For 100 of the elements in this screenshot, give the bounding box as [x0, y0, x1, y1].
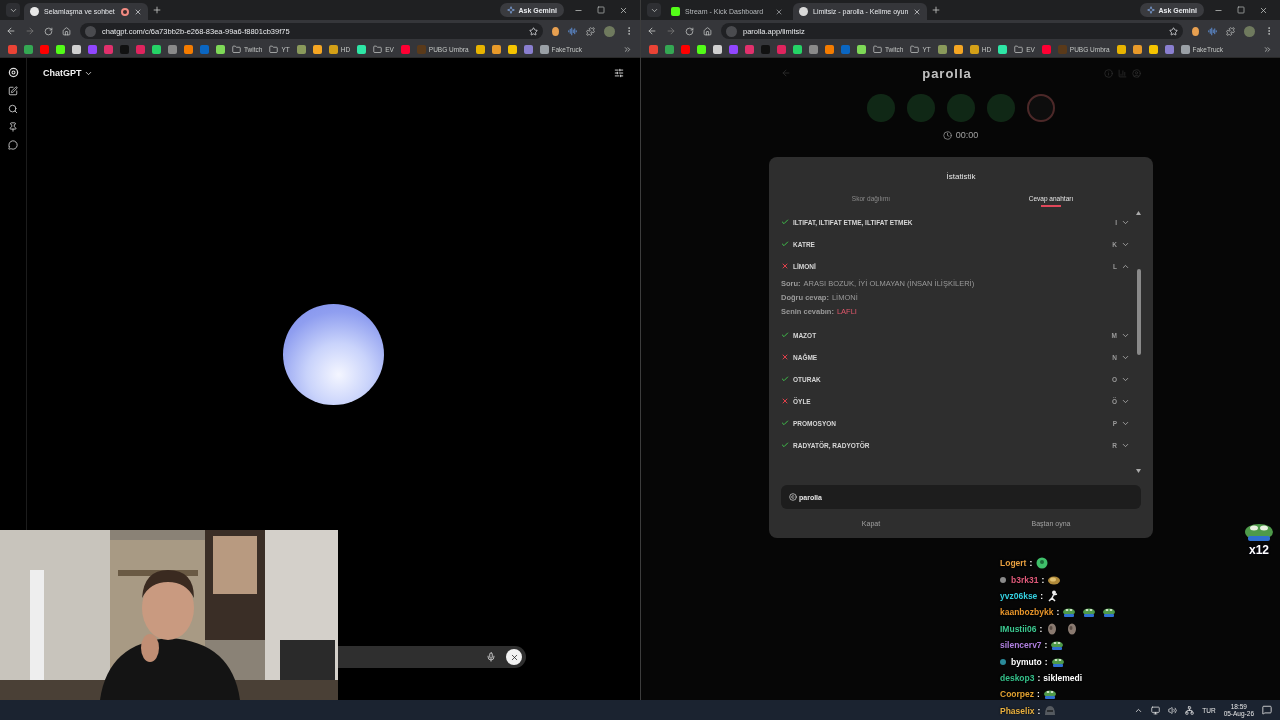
- colon-text: :: [1037, 672, 1041, 683]
- logo-icon[interactable]: [7, 67, 19, 78]
- more-bookmarks-icon[interactable]: [623, 45, 632, 54]
- audio-icon[interactable]: [1208, 26, 1217, 36]
- letter-circle: [866, 94, 895, 122]
- audio-icon[interactable]: [568, 26, 577, 36]
- bookmark[interactable]: [507, 45, 517, 54]
- chat-message: siklemedi: [1043, 672, 1083, 683]
- maximize-icon[interactable]: [1237, 6, 1245, 14]
- close-icon: [509, 652, 519, 662]
- site-info-icon: [726, 25, 737, 37]
- dialog-title: İstatistik: [945, 170, 977, 183]
- site-icon: [671, 7, 680, 16]
- close-icon[interactable]: [913, 7, 922, 16]
- letter-circle: [946, 94, 975, 122]
- forward-icon[interactable]: [666, 26, 676, 36]
- chat-username: Coorpez: [1000, 689, 1034, 700]
- colon-text: :: [1044, 640, 1048, 651]
- close-icon[interactable]: [775, 7, 783, 16]
- new-tab-icon[interactable]: [152, 5, 162, 15]
- bookmark[interactable]: [1148, 45, 1158, 54]
- timer-text: 00:00: [955, 130, 979, 140]
- device-icon[interactable]: [1185, 705, 1195, 715]
- bookmark[interactable]: [1164, 45, 1174, 54]
- colon-text: :: [1044, 656, 1048, 667]
- search-icon[interactable]: [8, 104, 18, 114]
- forward-icon[interactable]: [25, 26, 35, 36]
- chat-bubble-icon[interactable]: [8, 140, 18, 150]
- bookmark[interactable]: [857, 45, 866, 54]
- chat-username: bymuto: [1011, 656, 1042, 667]
- bookmark[interactable]: [216, 45, 225, 54]
- close-icon[interactable]: [1259, 5, 1268, 15]
- bookmark[interactable]: [523, 45, 533, 54]
- bookmark[interactable]: [475, 45, 485, 54]
- puzzle-icon[interactable]: [1226, 26, 1235, 36]
- letter-circle: [986, 94, 1015, 122]
- bookmark[interactable]: [1041, 45, 1051, 54]
- bookmark[interactable]: [793, 45, 802, 54]
- pin-icon[interactable]: [8, 122, 18, 132]
- colon-text: :: [1041, 574, 1045, 585]
- bookmark[interactable]: [357, 45, 367, 54]
- game-title: parolla: [922, 65, 972, 81]
- network-icon[interactable]: [1151, 705, 1161, 715]
- back-icon[interactable]: [6, 26, 16, 36]
- bookmark[interactable]: [152, 45, 161, 54]
- maximize-icon[interactable]: [597, 6, 605, 14]
- bookmark[interactable]: [998, 45, 1008, 54]
- folder-icon: [873, 45, 882, 54]
- sparkle-icon: [1147, 6, 1156, 14]
- copyright-icon: [789, 493, 797, 501]
- profile-avatar[interactable]: [604, 25, 615, 37]
- bookmark[interactable]: [713, 45, 722, 54]
- home-icon[interactable]: [62, 26, 71, 36]
- star-icon[interactable]: [1169, 26, 1178, 36]
- bookmark[interactable]: [697, 45, 706, 54]
- mic-icon[interactable]: [486, 652, 496, 662]
- extension-icon[interactable]: [1192, 26, 1199, 36]
- bookmark[interactable]: [1132, 45, 1142, 54]
- tab-search-button[interactable]: [647, 3, 661, 17]
- chat-username: b3rk31: [1011, 574, 1039, 585]
- new-chat-icon[interactable]: [8, 86, 18, 96]
- bookmark[interactable]: [56, 45, 65, 54]
- reload-icon[interactable]: [44, 26, 53, 36]
- site-icon: [799, 7, 808, 16]
- bookmark[interactable]: [491, 45, 501, 54]
- reload-icon[interactable]: [685, 26, 694, 36]
- bookmark[interactable]: [953, 45, 963, 54]
- chat-username: yvz06kse: [1000, 590, 1038, 601]
- sparkle-icon: [507, 6, 516, 14]
- settings-icon[interactable]: [614, 68, 624, 78]
- bookmark[interactable]: [400, 45, 410, 54]
- model-selector[interactable]: ChatGPT: [43, 68, 93, 78]
- chat-username: Phaselix: [1000, 705, 1035, 716]
- home-icon[interactable]: [703, 26, 712, 36]
- bookmark[interactable]: [312, 45, 322, 54]
- extension-icon[interactable]: [552, 26, 559, 36]
- close-button[interactable]: [506, 649, 522, 665]
- scrollbar[interactable]: [1136, 211, 1141, 473]
- bookmark[interactable]: [72, 45, 81, 54]
- puzzle-icon[interactable]: [586, 26, 595, 36]
- new-tab-icon[interactable]: [931, 5, 942, 15]
- colon-text: :: [1037, 705, 1041, 716]
- close-icon[interactable]: [619, 5, 628, 15]
- tab-search-button[interactable]: [6, 3, 20, 17]
- bookmark[interactable]: [296, 45, 306, 54]
- star-icon[interactable]: [529, 26, 538, 36]
- scroll-down-icon[interactable]: [1136, 469, 1141, 473]
- frog-icon: [1102, 606, 1117, 619]
- bookmark[interactable]: [1116, 45, 1126, 54]
- profile-avatar[interactable]: [1244, 25, 1255, 37]
- chat-username: Logert: [1000, 558, 1027, 569]
- scroll-up-icon[interactable]: [1136, 211, 1141, 215]
- volume-icon[interactable]: [1168, 705, 1178, 715]
- more-bookmarks-icon[interactable]: [1263, 45, 1272, 54]
- ball-icon: [1035, 557, 1050, 570]
- notification-icon[interactable]: [1262, 705, 1272, 715]
- close-icon[interactable]: [134, 7, 142, 16]
- back-icon[interactable]: [647, 26, 657, 36]
- frog-icon: [1244, 522, 1274, 542]
- bookmark[interactable]: [937, 45, 947, 54]
